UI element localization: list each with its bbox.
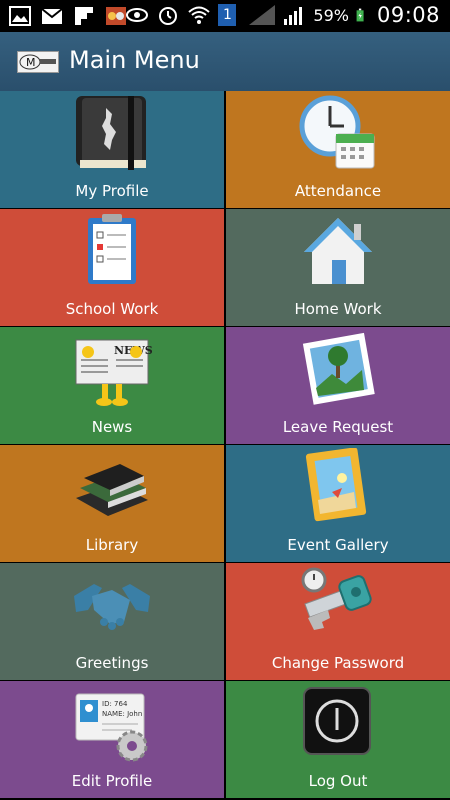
menu-tile-leave-request[interactable]: Leave Request [226, 327, 450, 444]
menu-tile-event-gallery[interactable]: Event Gallery [226, 445, 450, 562]
menu-tile-label: Home Work [294, 300, 382, 318]
page-title: Main Menu [69, 46, 200, 74]
profile-book-icon [76, 96, 146, 170]
menu-tile-library[interactable]: Library [0, 445, 224, 562]
image-icon [9, 6, 31, 26]
photo-icon [302, 332, 375, 405]
menu-tile-change-password[interactable]: Change Password [226, 563, 450, 680]
sim-icon: 1 [218, 4, 237, 26]
menu-tile-attendance[interactable]: Attendance [226, 91, 450, 208]
menu-tile-label: Log Out [308, 772, 368, 790]
books-icon [76, 464, 148, 516]
app-bar: M Main Menu [0, 32, 450, 91]
menu-tile-label: Greetings [75, 654, 149, 672]
house-icon [304, 218, 372, 284]
menu-tile-label: Edit Profile [71, 772, 153, 790]
menu-tile-label: News [91, 418, 133, 436]
key-icon [301, 567, 372, 630]
menu-tile-label: Library [85, 536, 139, 554]
newspaper-icon: NEWS [75, 339, 152, 406]
eye-icon [126, 8, 149, 22]
wifi-icon [188, 6, 211, 24]
signal-bars-icon [284, 7, 303, 25]
flipboard-icon [75, 7, 93, 25]
picture-frame-icon [305, 448, 367, 522]
status-bar: 1 59% 09:08 [0, 0, 450, 32]
menu-tile-label: My Profile [75, 182, 149, 200]
signal-icon [249, 5, 276, 25]
app-notification-icon [106, 7, 126, 25]
menu-tile-label: School Work [65, 300, 159, 318]
app-logo-icon[interactable]: M [17, 51, 59, 73]
id-card-name: NAME: John [102, 710, 142, 718]
menu-tile-label: Leave Request [282, 418, 394, 436]
menu-tile-log-out[interactable]: Log Out [226, 681, 450, 798]
battery-percent: 59% [313, 5, 349, 25]
clock-calendar-icon [299, 95, 375, 169]
menu-tile-school-work[interactable]: School Work [0, 209, 224, 326]
menu-tile-news[interactable]: NEWS News [0, 327, 224, 444]
clipboard-icon [88, 214, 136, 284]
main-menu-grid: My Profile Attendance School Work Home W… [0, 91, 450, 800]
id-card-gear-icon: ID: 764 NAME: John [75, 693, 148, 762]
power-icon [303, 687, 371, 755]
id-card-id: ID: 764 [102, 700, 128, 708]
gmail-icon [41, 8, 63, 24]
menu-tile-home-work[interactable]: Home Work [226, 209, 450, 326]
menu-tile-edit-profile[interactable]: ID: 764 NAME: John Edit Profile [0, 681, 224, 798]
menu-tile-label: Attendance [294, 182, 382, 200]
svg-text:M: M [26, 56, 36, 69]
menu-tile-greetings[interactable]: Greetings [0, 563, 224, 680]
menu-tile-my-profile[interactable]: My Profile [0, 91, 224, 208]
menu-tile-label: Event Gallery [287, 536, 389, 554]
handshake-icon [74, 584, 150, 630]
menu-tile-label: Change Password [271, 654, 405, 672]
alarm-icon [159, 7, 178, 25]
battery-icon [356, 8, 364, 22]
clock-time: 09:08 [376, 3, 440, 27]
